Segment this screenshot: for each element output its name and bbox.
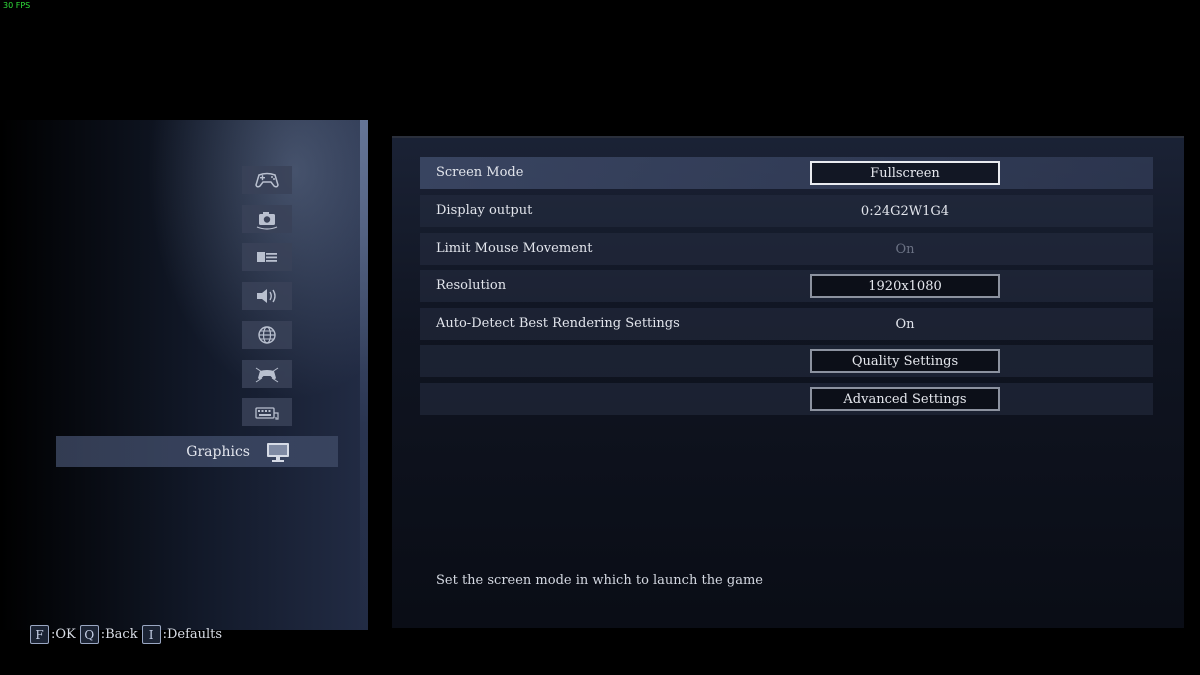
setting-label: Auto-Detect Best Rendering Settings [436,316,680,331]
setting-label: Resolution [436,278,507,293]
setting-row-limit-mouse: Limit Mouse Movement On [420,233,1153,265]
setting-label: Display output [436,203,533,218]
advanced-settings-button[interactable]: Advanced Settings [810,387,1000,411]
defaults-key[interactable]: I [141,625,161,644]
category-camera[interactable] [242,205,292,233]
setting-row-resolution[interactable]: Resolution 1920x1080 [420,270,1153,302]
back-key[interactable]: Q [79,625,99,644]
ok-key[interactable]: F [30,625,49,644]
defaults-label: :Defaults [162,627,223,642]
setting-row-display-output[interactable]: Display output 0:24G2W1G4 [420,195,1153,227]
fps-counter: 30 FPS [3,1,31,10]
setting-row-auto-detect[interactable]: Auto-Detect Best Rendering Settings On [420,308,1153,340]
display-output-value: 0:24G2W1G4 [860,203,950,219]
quality-settings-button[interactable]: Quality Settings [810,349,1000,373]
category-controller[interactable] [242,166,292,194]
screen-mode-button[interactable]: Fullscreen [810,161,1000,185]
limit-mouse-value: On [895,241,915,257]
category-sound[interactable] [242,282,292,310]
controller-config-icon [255,367,279,383]
category-network[interactable] [242,321,292,349]
ok-label: :OK [51,627,76,642]
back-label: :Back [100,627,138,642]
category-graphics-label: Graphics [186,443,250,460]
speaker-icon [257,289,276,303]
setting-row-quality: Quality Settings [420,345,1153,377]
monitor-icon [267,442,289,462]
auto-detect-value: On [895,316,915,332]
camera-icon [256,212,278,230]
keyboard-icon [255,407,279,420]
setting-row-screen-mode[interactable]: Screen Mode Fullscreen [420,157,1153,189]
category-panel [0,120,368,630]
setting-description: Set the screen mode in which to launch t… [436,573,763,588]
panel-divider [360,120,368,630]
setting-label: Screen Mode [436,165,524,180]
gamepad-icon [255,172,279,188]
category-key-config-keyboard[interactable] [242,398,292,426]
globe-icon [258,326,276,344]
resolution-button[interactable]: 1920x1080 [810,274,1000,298]
category-graphics[interactable]: Graphics [56,436,338,467]
category-display[interactable] [242,243,292,271]
category-key-config-pad[interactable] [242,360,292,388]
hud-display-icon [257,252,277,262]
footer-controls: F :OK Q :Back I :Defaults [30,625,226,644]
setting-row-advanced: Advanced Settings [420,383,1153,415]
setting-label: Limit Mouse Movement [436,241,593,256]
